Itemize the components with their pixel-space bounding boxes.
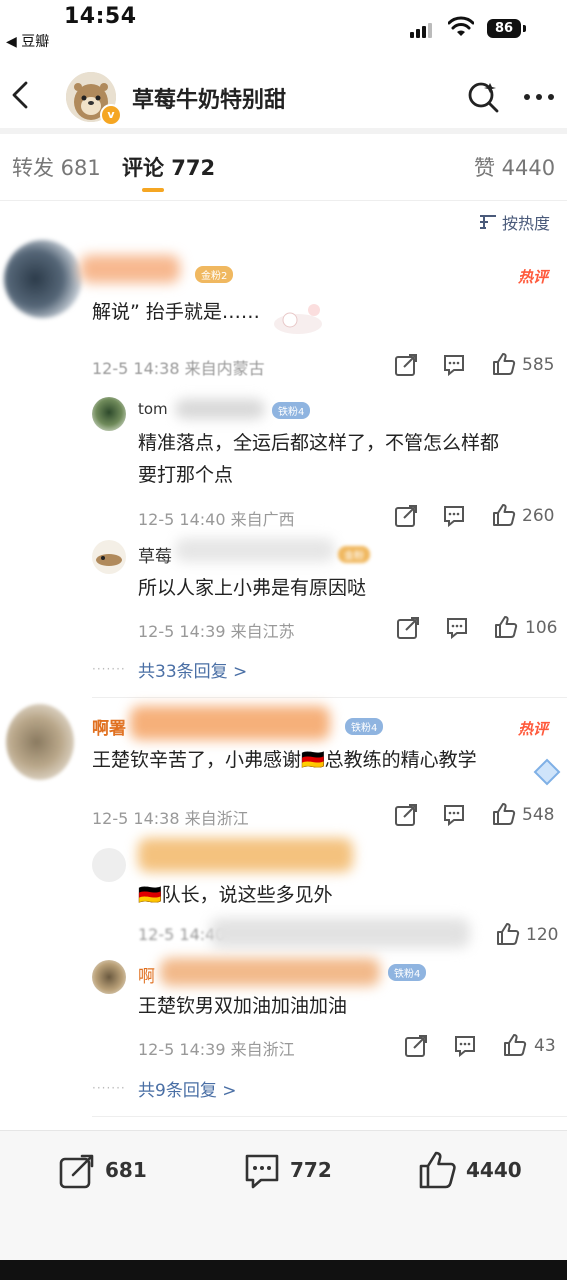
reply-icon[interactable] [442, 803, 466, 827]
share-icon[interactable] [394, 353, 418, 377]
tabs-divider [0, 200, 567, 201]
like-icon[interactable] [503, 1033, 527, 1057]
reply-icon[interactable] [442, 504, 466, 528]
like-count: 43 [534, 1036, 556, 1056]
reply-icon[interactable] [445, 616, 469, 640]
tab-repost[interactable]: 转发 681 [12, 152, 101, 182]
reply-author-name[interactable]: 草莓 [138, 542, 172, 567]
reply-text: 王楚钦男双加油加油加油 [138, 995, 348, 1017]
like-icon[interactable] [492, 802, 516, 826]
repost-icon[interactable] [58, 1152, 96, 1190]
reply-avatar[interactable] [92, 540, 126, 574]
commenter-name-blurred [130, 706, 330, 740]
reply-name-blurred [175, 399, 265, 419]
tab-likes[interactable]: 赞 4440 [474, 152, 555, 182]
fan-badge: 铁粉4 [388, 964, 427, 981]
commenter-avatar[interactable] [4, 240, 82, 318]
reply-dots: ······· [92, 662, 126, 676]
like-count-total[interactable]: 4440 [466, 1158, 522, 1182]
like-icon[interactable] [492, 503, 516, 527]
meta-blurred [210, 918, 470, 948]
search-icon[interactable] [466, 80, 500, 114]
reply-meta: 12-5 14:39 来自浙江 [138, 1040, 295, 1059]
comment-divider [92, 1116, 567, 1117]
back-arrow-icon[interactable] [6, 80, 36, 110]
more-replies-link[interactable]: 共33条回复 > [138, 657, 247, 682]
reply-text-line-2: 要打那个点 [138, 464, 234, 486]
reply-author-name[interactable]: tom [138, 400, 168, 418]
home-indicator-bar [0, 1260, 567, 1280]
reply-text-line-1: 精准落点，全运后都这样了，不管怎么样都 [138, 432, 500, 454]
sort-icon[interactable] [478, 214, 498, 230]
reply-author-name[interactable]: 啊 [138, 962, 155, 987]
fan-badge: 金粉 [338, 546, 370, 563]
reply-meta: 12-5 14:40 来自广西 [138, 510, 295, 529]
cat-sticker-icon [274, 304, 322, 334]
hot-comment-badge: 热评 [518, 268, 549, 286]
like-icon[interactable] [494, 615, 518, 639]
fan-badge: 铁粉4 [272, 402, 311, 419]
repost-count[interactable]: 681 [105, 1158, 147, 1182]
signal-icon [410, 22, 436, 38]
more-replies-link[interactable]: 共9条回复 > [138, 1076, 236, 1101]
commenter-avatar[interactable] [6, 704, 74, 780]
tab-comments[interactable]: 评论 772 [122, 152, 215, 182]
active-tab-indicator [142, 188, 164, 192]
commenter-name[interactable]: 啊署 [92, 714, 126, 739]
bottom-action-bar [0, 1130, 567, 1260]
like-icon[interactable] [492, 352, 516, 376]
commenter-name-blurred[interactable] [80, 255, 180, 283]
comment-meta: 12-5 14:38 来自浙江 [92, 809, 249, 828]
comment-meta: 12-5 14:38 来自内蒙古 [92, 359, 265, 378]
comment-divider [92, 697, 567, 698]
page-title[interactable]: 草莓牛奶特别甜 [132, 82, 286, 114]
reply-avatar[interactable] [92, 848, 126, 882]
comment-icon[interactable] [243, 1152, 281, 1190]
share-icon[interactable] [396, 616, 420, 640]
share-icon[interactable] [394, 504, 418, 528]
like-count: 120 [526, 925, 559, 945]
like-icon[interactable] [496, 922, 520, 946]
reply-icon[interactable] [453, 1034, 477, 1058]
verified-badge-icon: v [100, 104, 122, 126]
wifi-icon [448, 16, 474, 36]
reply-icon[interactable] [442, 353, 466, 377]
battery-tip [523, 25, 526, 32]
like-icon[interactable] [418, 1150, 458, 1190]
back-to-app-link[interactable]: ◀ 豆瓣 [6, 31, 49, 51]
reply-name-blurred[interactable] [138, 838, 353, 872]
like-count: 106 [525, 618, 558, 638]
comment-count[interactable]: 772 [290, 1158, 332, 1182]
reply-avatar[interactable] [92, 397, 126, 431]
reply-text: 🇩🇪队长，说这些多见外 [138, 884, 333, 906]
bottom-bar-divider [0, 1130, 567, 1131]
like-count: 548 [522, 805, 555, 825]
share-icon[interactable] [394, 803, 418, 827]
sort-by-hot-button[interactable]: 按热度 [502, 210, 550, 234]
more-options-icon[interactable] [522, 82, 556, 112]
header-divider [0, 128, 567, 134]
fan-badge: 铁粉4 [345, 718, 384, 735]
like-count: 260 [522, 506, 555, 526]
comment-text: 解说” 抬手就是…… [92, 301, 260, 323]
reply-text: 所以人家上小弗是有原因哒 [138, 577, 367, 599]
status-time: 14:54 [64, 4, 137, 29]
hot-comment-badge: 热评 [518, 720, 549, 738]
comment-text: 王楚钦辛苦了，小弗感谢🇩🇪总教练的精心教学 [92, 749, 477, 771]
diamond-icon [533, 758, 561, 786]
like-count: 585 [522, 355, 555, 375]
reply-meta: 12-5 14:39 来自江苏 [138, 622, 295, 641]
reply-name-blurred [160, 958, 380, 986]
reply-dots: ······· [92, 1081, 126, 1095]
reply-name-blurred [175, 538, 335, 562]
battery-indicator: 86 [487, 19, 521, 38]
reply-avatar[interactable] [92, 960, 126, 994]
fan-badge: 金粉2 [195, 266, 234, 283]
share-icon[interactable] [404, 1034, 428, 1058]
